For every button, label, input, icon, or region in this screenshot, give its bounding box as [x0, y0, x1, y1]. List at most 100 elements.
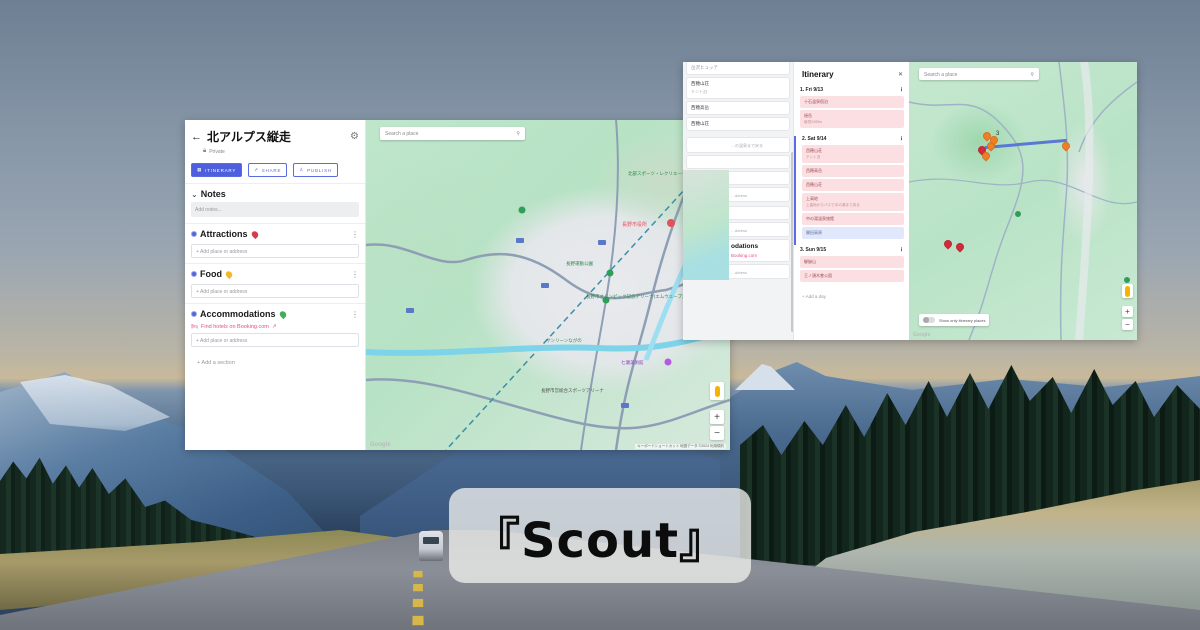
stop-name: 西穂高岳 — [806, 168, 822, 173]
itinerary-stop[interactable]: 中の湯温泉旅館 — [802, 213, 904, 225]
section-title[interactable]: Accommodations — [200, 309, 276, 319]
collapse-toggle-icon[interactable] — [191, 231, 197, 237]
stop-name: 中の湯温泉旅館 — [806, 216, 834, 221]
day-label: 3. Sun 9/15 — [800, 247, 827, 253]
itinerary-stop[interactable]: 上高地 上高地からバスで中の湯まで戻る — [802, 193, 904, 211]
zoom-in-button[interactable]: + — [1122, 306, 1133, 317]
zoom-out-button[interactable]: − — [710, 426, 724, 440]
add-section-button[interactable]: + Add a section — [197, 360, 353, 366]
notes-input[interactable]: Add notes... — [191, 202, 359, 217]
trip-title[interactable]: 北アルプス縦走 — [207, 128, 350, 145]
place-name: 西穂山荘 — [691, 121, 709, 126]
place-card[interactable] — [687, 156, 789, 168]
add-place-input[interactable]: + Add place or address — [191, 244, 359, 258]
map-pin-icon — [277, 309, 288, 319]
stop-name: 上高地 — [806, 196, 818, 201]
map-label: 長野市役所 — [622, 221, 647, 228]
tab-publish[interactable]: ♙ PUBLISH — [293, 163, 338, 177]
itinerary-map[interactable]: 3 Search a place ⚲ Show only itinerary p… — [909, 62, 1137, 340]
park-marker[interactable] — [1015, 211, 1021, 217]
park-marker[interactable] — [518, 206, 526, 214]
close-icon[interactable]: ✕ — [898, 71, 903, 78]
place-card[interactable]: 西穂山荘 — [687, 118, 789, 130]
map-label: 長野市オリンピック記念アリーナ(エムウェーブ) — [586, 293, 684, 300]
route-shields — [406, 210, 704, 408]
map-attribution[interactable]: キーボードショートカット 地図データ ©2024 利用規約 — [635, 444, 726, 449]
hospital-marker[interactable] — [667, 219, 675, 227]
more-options-icon[interactable]: ⋮ — [351, 230, 359, 239]
itinerary-stop[interactable]: 王ノ頭木曽公園 — [800, 270, 904, 282]
more-options-icon[interactable]: ⋮ — [899, 87, 904, 93]
trip-tabs: ▦ ITINERARY ⇗ SHARE ♙ PUBLISH — [185, 155, 365, 184]
tab-label: ITINERARY — [205, 167, 237, 173]
notes-header[interactable]: ⌄ Notes — [185, 184, 365, 202]
booking-link[interactable]: 🛏︎ Find hotels on Booking.com ↗ — [191, 324, 359, 330]
more-options-icon[interactable]: ⋮ — [899, 247, 904, 253]
itinerary-stop[interactable]: 西穂高岳 — [802, 165, 904, 177]
park-marker[interactable] — [606, 269, 614, 277]
toggle-switch[interactable] — [923, 317, 935, 323]
itinerary-stop[interactable]: 十石温泉宿泊 — [800, 96, 904, 108]
chevron-down-icon[interactable]: ⌄ — [191, 190, 198, 199]
trip-header: ← 北アルプス縦走 ⚙ — [185, 120, 365, 145]
zoom-out-button[interactable]: − — [1122, 319, 1133, 330]
notes-title: Notes — [200, 189, 226, 199]
map-pin-icon — [249, 229, 260, 239]
privacy-label: Private — [209, 148, 225, 155]
place-card[interactable]: 岳沢ヒュッテ — [687, 62, 789, 74]
itinerary-stop[interactable]: 西穂山荘 テント泊 — [802, 145, 904, 163]
privacy-status[interactable]: 🔒︎ Private — [203, 148, 365, 155]
map-label: 七瀬美術館 — [621, 359, 644, 366]
section-title[interactable]: Food — [200, 269, 222, 279]
place-card[interactable]: …の温泉まで戻る — [687, 138, 789, 152]
share-icon: ⇗ — [254, 167, 259, 172]
street-view-pegman-icon[interactable] — [1122, 284, 1133, 298]
tab-itinerary[interactable]: ▦ ITINERARY — [191, 163, 243, 177]
tab-share[interactable]: ⇗ SHARE — [248, 163, 288, 177]
collapse-toggle-icon[interactable] — [191, 271, 197, 277]
street-view-pegman-icon[interactable] — [710, 382, 724, 400]
museum-marker[interactable] — [664, 358, 672, 366]
lane-marking — [412, 570, 424, 626]
day-header: 1. Fri 9/13 ⋮ — [800, 87, 904, 93]
map-search-input[interactable]: Search a place ⚲ — [380, 127, 525, 140]
collapse-toggle-icon[interactable] — [191, 311, 197, 317]
place-card[interactable]: 西穂高岳 — [687, 102, 789, 114]
section-header: Accommodations ⋮ — [185, 304, 365, 322]
section-header: Food ⋮ — [185, 264, 365, 282]
back-arrow-icon[interactable]: ← — [191, 131, 203, 143]
booking-link[interactable]: Booking.com — [731, 253, 785, 258]
itinerary-days: 1. Fri 9/13 ⋮ 十石温泉宿泊焼岳 焼岳2455m 2. Sat 9/14 ⋮ 西… — [794, 87, 909, 288]
road-route — [580, 120, 619, 450]
zoom-in-button[interactable]: + — [710, 410, 724, 424]
itinerary-stop[interactable]: 開田高原 — [802, 227, 904, 239]
add-place-input[interactable]: + Add place or address — [191, 333, 359, 347]
map-search-input[interactable]: Search a place ⚲ — [919, 68, 1039, 80]
day-label: 2. Sat 9/14 — [802, 136, 827, 142]
itinerary-stop[interactable]: 西穂山荘 — [802, 179, 904, 191]
section-food: Food ⋮ + Add place or address — [185, 263, 365, 303]
itinerary-day: 3. Sun 9/15 ⋮ 御嶽山王ノ頭木曽公園 — [794, 247, 909, 288]
section-title[interactable]: Attractions — [200, 229, 248, 239]
place-card[interactable]: 西穂山荘 テント泊 — [687, 78, 789, 98]
road-route — [909, 101, 1024, 340]
map-label: 長野市営総合スポーツアリーナ — [541, 387, 604, 394]
add-day-button[interactable]: + Add a day — [802, 294, 901, 299]
search-icon[interactable]: ⚲ — [1030, 72, 1034, 78]
map-label: サンリーンながの — [546, 337, 582, 344]
itinerary-stop[interactable]: 御嶽山 — [800, 256, 904, 268]
person-icon: ♙ — [299, 167, 305, 172]
park-marker[interactable] — [1124, 277, 1130, 283]
more-options-icon[interactable]: ⋮ — [351, 310, 359, 319]
more-options-icon[interactable]: ⋮ — [351, 270, 359, 279]
lock-icon: 🔒︎ — [203, 148, 207, 154]
section-accommodations: Accommodations ⋮ 🛏︎ Find hotels on Booki… — [185, 303, 365, 352]
place-note: テント泊 — [691, 89, 707, 94]
search-icon[interactable]: ⚲ — [516, 131, 520, 137]
itinerary-only-toggle[interactable]: Show only itinerary places — [919, 314, 990, 326]
more-options-icon[interactable]: ⋮ — [899, 136, 904, 142]
map-view[interactable]: 長野市役所 長野運動公園 長野市オリンピック記念アリーナ(エムウェーブ) サンリ… — [366, 120, 730, 450]
add-place-input[interactable]: + Add place or address — [191, 284, 359, 298]
gear-icon[interactable]: ⚙ — [350, 131, 359, 142]
itinerary-stop[interactable]: 焼岳 焼岳2455m — [800, 110, 904, 128]
